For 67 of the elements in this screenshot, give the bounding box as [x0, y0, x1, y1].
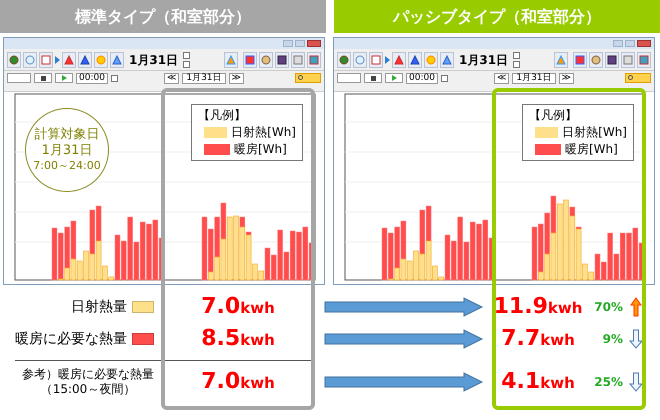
note-text: 7:00～24:00 [33, 159, 101, 174]
magnifier-icon [298, 75, 304, 81]
standard-value: 7.0kwh [201, 296, 275, 318]
legend-label: 暖房[Wh] [234, 142, 287, 157]
toolbar-button[interactable] [78, 52, 92, 68]
stop-icon [40, 76, 46, 80]
toolbar-button[interactable] [337, 52, 351, 68]
heating-bar [240, 216, 246, 228]
percent-change: 25% [594, 374, 623, 391]
checkbox[interactable] [110, 74, 118, 82]
play-arrow-icon [55, 56, 60, 64]
stop-icon [370, 76, 376, 80]
previous-day-button[interactable]: ≪ [494, 72, 510, 84]
previous-day-button[interactable]: ≪ [164, 72, 180, 84]
play-arrow-icon [385, 56, 390, 64]
note-text: 計算対象日 [34, 126, 100, 144]
row-label: 暖房に必要な熱量 [15, 330, 127, 348]
checkbox[interactable] [513, 60, 520, 68]
legend-title: 【凡例】 [198, 108, 247, 123]
passive-value: 11.9kwh [494, 296, 582, 318]
checkbox[interactable] [183, 60, 190, 68]
right-arrow-icon [324, 297, 484, 317]
toolbar-button[interactable] [39, 52, 53, 68]
toolbar-button[interactable] [605, 52, 619, 68]
next-day-button[interactable]: ≫ [558, 72, 574, 84]
row-sublabel: （15:00～夜間） [40, 382, 136, 397]
passive-value: 7.7kwh [501, 328, 575, 350]
date-label: 1月31日 [129, 54, 178, 66]
section-header: パッシブタイプ（和室部分） [334, 0, 660, 33]
legend-label: 日射熱[Wh] [562, 125, 627, 140]
sun-icon [426, 54, 436, 64]
sun-icon [96, 54, 106, 64]
percent-change: 9% [602, 331, 623, 348]
toolbar-button[interactable] [275, 52, 289, 68]
legend-title: 【凡例】 [529, 108, 578, 123]
passive-value: 4.1kwh [501, 371, 575, 393]
magnifier-icon [628, 75, 634, 81]
checkbox[interactable] [440, 74, 448, 82]
row-label: 日射熱量 [71, 298, 127, 316]
play-icon [392, 75, 396, 81]
toolbar-button[interactable] [7, 52, 21, 68]
row-label: 参考）暖房に必要な熱量 [22, 367, 154, 382]
date-label: 1月31日 [459, 54, 508, 66]
time-field[interactable]: 00:00 [406, 72, 438, 84]
checkbox[interactable] [183, 52, 190, 58]
toolbar-button[interactable] [369, 52, 383, 68]
section-header: 標準タイプ（和室部分） [0, 0, 326, 33]
zoom-graph-button[interactable] [295, 73, 321, 83]
right-arrow-icon [324, 329, 484, 349]
heating-bar [570, 206, 576, 216]
legend-label: 暖房[Wh] [565, 142, 618, 157]
legend-label: 日射熱[Wh] [231, 125, 296, 140]
checkbox[interactable] [513, 52, 520, 58]
time-field[interactable]: 00:00 [76, 72, 108, 84]
play-icon [62, 75, 66, 81]
percent-change: 70% [594, 299, 623, 316]
standard-value: 7.0kwh [201, 371, 275, 393]
toolbar-button[interactable] [408, 52, 422, 68]
stop-button[interactable] [34, 73, 52, 83]
next-day-button[interactable]: ≫ [228, 72, 244, 84]
stop-button[interactable] [364, 73, 382, 83]
right-arrow-icon [324, 372, 484, 392]
zoom-graph-button[interactable] [625, 73, 651, 83]
note-text: 1月31日 [42, 143, 92, 160]
date-field[interactable]: 1月31日 [512, 72, 556, 84]
date-field[interactable]: 1月31日 [182, 72, 226, 84]
standard-value: 8.5kwh [201, 328, 275, 350]
